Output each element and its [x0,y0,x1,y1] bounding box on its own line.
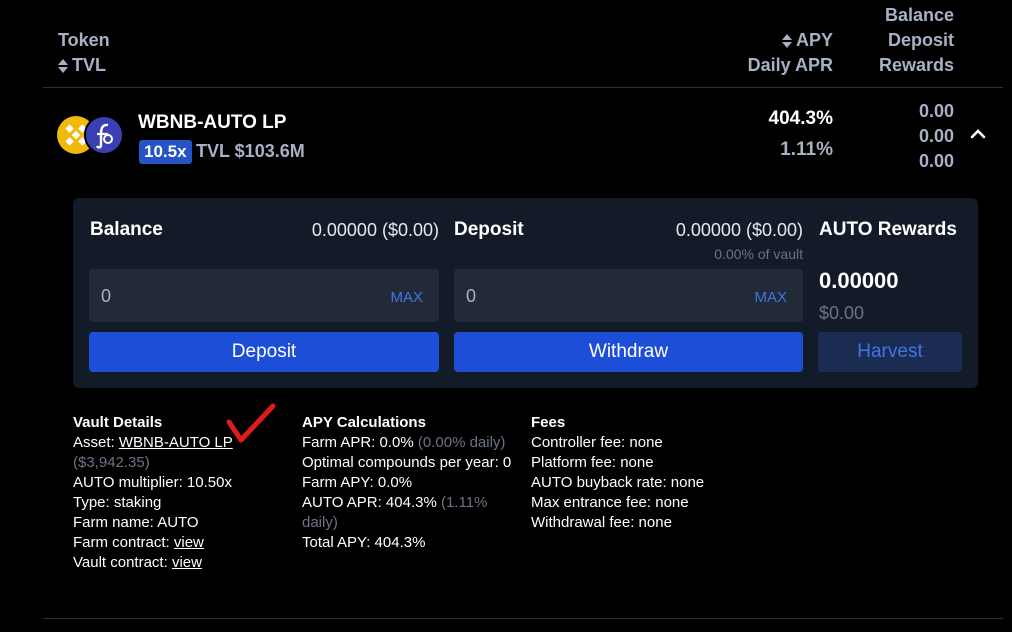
farm-contract-link[interactable]: view [174,534,204,551]
deposit-amount-field: MAX [89,269,439,324]
farm-apy: Farm APY: 0.0% [302,474,413,491]
checkmark-annotation-icon [226,403,276,443]
total-apy: Total APY: 404.3% [302,534,426,551]
header-balance: Balance [884,5,954,25]
header-token: Token [58,30,110,50]
deposit-value: 0.00000 ($0.00) [675,220,803,240]
row-balance-value: 0.00 [918,101,954,121]
balance-value: 0.00000 ($0.00) [311,220,439,240]
asset-usd: ($3,942.35) [73,454,150,471]
balance-title: Balance [90,219,163,240]
apy-calculations-section: APY Calculations Farm APR: 0.0% (0.00% d… [302,413,511,553]
vault-name: WBNB-AUTO LP [138,112,287,133]
divider [43,618,1003,619]
withdraw-amount-input[interactable] [454,269,728,324]
farm-contract-line: Farm contract: view [73,534,204,551]
max-entrance-fee: Max entrance fee: none [531,494,689,511]
auto-logo-icon [84,115,124,155]
auto-apr-daily-cont: daily) [302,514,338,531]
vault-share: 0.00% of vault [714,246,803,262]
chevron-up-icon[interactable] [968,124,988,144]
harvest-button[interactable]: Harvest [818,332,962,372]
fees-section: Fees Controller fee: none Platform fee: … [531,413,704,533]
withdraw-amount-field: MAX [454,269,803,324]
vault-details-section: Vault Details Asset: WBNB-AUTO LP ($3,94… [73,413,233,573]
controller-fee: Controller fee: none [531,434,663,451]
header-apy-sort[interactable]: APY [782,28,833,53]
sort-icon[interactable] [782,34,792,48]
sort-icon[interactable] [58,59,68,73]
row-rewards-value: 0.00 [918,151,954,171]
deposit-title: Deposit [454,219,524,240]
deposit-max-button[interactable]: MAX [390,289,423,306]
farm-apr-line: Farm APR: 0.0% (0.00% daily) [302,434,506,451]
vault-contract-link[interactable]: view [172,554,202,571]
auto-apr-line: AUTO APR: 404.3% (1.11% [302,494,488,511]
optimal-compounds: Optimal compounds per year: 0 [302,454,512,471]
platform-fee: Platform fee: none [531,454,654,471]
vault-type: Type: staking [73,494,162,511]
header-deposit: Deposit [887,30,954,50]
auto-multiplier: AUTO multiplier: 10.50x [73,474,232,491]
asset-link[interactable]: WBNB-AUTO LP [119,434,233,451]
vault-details-title: Vault Details [73,414,163,431]
header-daily-apr: Daily APR [747,55,833,75]
vault-action-panel: Balance 0.00000 ($0.00) Deposit 0.00000 … [73,198,978,388]
deposit-button[interactable]: Deposit [89,332,439,372]
asset-line: Asset: WBNB-AUTO LP [73,434,233,451]
multiplier-badge: 10.5x [139,140,192,164]
vault-daily-apr: 1.11% [780,139,833,160]
auto-rewards-title: AUTO Rewards [819,219,957,240]
rewards-usd: $0.00 [819,303,865,323]
withdraw-max-button[interactable]: MAX [754,289,787,306]
header-tvl-label: TVL [72,55,106,75]
withdrawal-fee: Withdrawal fee: none [531,514,672,531]
header-apy-label: APY [795,30,833,50]
vault-apy: 404.3% [768,108,833,129]
rewards-amount: 0.00000 [819,268,899,293]
vault-tvl: TVL $103.6M [196,141,305,161]
withdraw-button[interactable]: Withdraw [454,332,803,372]
farm-name: Farm name: AUTO [73,514,199,531]
fees-title: Fees [531,414,566,431]
deposit-amount-input[interactable] [89,269,363,324]
divider [43,87,1003,88]
buyback-rate: AUTO buyback rate: none [531,474,705,491]
row-deposit-value: 0.00 [918,126,954,146]
header-rewards: Rewards [878,55,954,75]
vault-contract-line: Vault contract: view [73,554,202,571]
apy-calculations-title: APY Calculations [302,414,426,431]
header-tvl-sort[interactable]: TVL [58,53,106,78]
